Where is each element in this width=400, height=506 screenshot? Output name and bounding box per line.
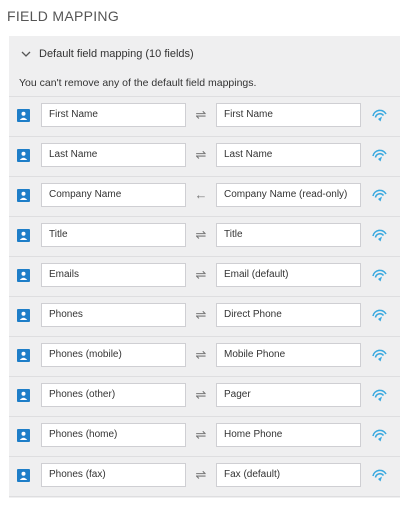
sync-wifi-icon[interactable] xyxy=(371,188,387,204)
sync-wifi-icon[interactable] xyxy=(371,468,387,484)
target-field[interactable]: Pager xyxy=(216,383,361,407)
sync-wifi-icon[interactable] xyxy=(371,428,387,444)
target-field[interactable]: Title xyxy=(216,223,361,247)
target-field[interactable]: Email (default) xyxy=(216,263,361,287)
mapping-row: Phones (mobile) ⇌ Mobile Phone xyxy=(9,337,400,377)
sync-wifi-icon[interactable] xyxy=(371,308,387,324)
page-title: FIELD MAPPING xyxy=(7,8,120,24)
mapping-row: Phones (home) ⇌ Home Phone xyxy=(9,417,400,457)
contact-card-icon xyxy=(17,269,30,282)
sync-wifi-icon[interactable] xyxy=(371,108,387,124)
sync-direction-icon: ⇌ xyxy=(195,227,207,242)
target-field[interactable]: Home Phone xyxy=(216,423,361,447)
source-field[interactable]: Company Name xyxy=(41,183,186,207)
target-field[interactable]: Fax (default) xyxy=(216,463,361,487)
source-field[interactable]: Phones (other) xyxy=(41,383,186,407)
sync-direction-icon: ⇌ xyxy=(195,147,207,162)
sync-wifi-icon[interactable] xyxy=(371,148,387,164)
sync-wifi-icon[interactable] xyxy=(371,348,387,364)
source-field[interactable]: Phones (fax) xyxy=(41,463,186,487)
contact-card-icon xyxy=(17,309,30,322)
contact-card-icon xyxy=(17,429,30,442)
sync-direction-icon: ⇌ xyxy=(195,307,207,322)
sync-direction-icon: ⇌ xyxy=(195,427,207,442)
sync-direction-icon: ⇌ xyxy=(195,107,207,122)
source-field[interactable]: Phones xyxy=(41,303,186,327)
sync-direction-icon: ← xyxy=(194,187,208,202)
mapping-row: Phones ⇌ Direct Phone xyxy=(9,297,400,337)
mapping-row: Last Name ⇌ Last Name xyxy=(9,137,400,177)
sync-direction-icon: ⇌ xyxy=(195,347,207,362)
contact-card-icon xyxy=(17,389,30,402)
default-mapping-panel: Default field mapping (10 fields) You ca… xyxy=(9,36,400,498)
mapping-row: Phones (fax) ⇌ Fax (default) xyxy=(9,457,400,497)
contact-card-icon xyxy=(17,469,30,482)
sync-direction-icon: ⇌ xyxy=(195,467,207,482)
contact-card-icon xyxy=(17,109,30,122)
mapping-row: Phones (other) ⇌ Pager xyxy=(9,377,400,417)
source-field[interactable]: Title xyxy=(41,223,186,247)
source-field[interactable]: Phones (mobile) xyxy=(41,343,186,367)
source-field[interactable]: Last Name xyxy=(41,143,186,167)
section-toggle[interactable]: Default field mapping (10 fields) xyxy=(19,46,194,62)
mapping-row: First Name ⇌ First Name xyxy=(9,97,400,137)
source-field[interactable]: Emails xyxy=(41,263,186,287)
mapping-row: Title ⇌ Title xyxy=(9,217,400,257)
target-field[interactable]: First Name xyxy=(216,103,361,127)
contact-card-icon xyxy=(17,189,30,202)
target-field[interactable]: Direct Phone xyxy=(216,303,361,327)
sync-wifi-icon[interactable] xyxy=(371,388,387,404)
sync-direction-icon: ⇌ xyxy=(195,387,207,402)
target-field[interactable]: Last Name xyxy=(216,143,361,167)
source-field[interactable]: First Name xyxy=(41,103,186,127)
contact-card-icon xyxy=(17,229,30,242)
mapping-list: First Name ⇌ First Name Last Name ⇌ Last… xyxy=(9,97,400,497)
chevron-down-icon xyxy=(21,51,31,57)
target-field[interactable]: Mobile Phone xyxy=(216,343,361,367)
contact-card-icon xyxy=(17,149,30,162)
mapping-row: Company Name ← Company Name (read-only) xyxy=(9,177,400,217)
section-note: You can't remove any of the default fiel… xyxy=(19,77,257,89)
sync-direction-icon: ⇌ xyxy=(195,267,207,282)
sync-wifi-icon[interactable] xyxy=(371,268,387,284)
contact-card-icon xyxy=(17,349,30,362)
sync-wifi-icon[interactable] xyxy=(371,228,387,244)
section-title: Default field mapping (10 fields) xyxy=(39,48,194,60)
mapping-row: Emails ⇌ Email (default) xyxy=(9,257,400,297)
target-field[interactable]: Company Name (read-only) xyxy=(216,183,361,207)
source-field[interactable]: Phones (home) xyxy=(41,423,186,447)
